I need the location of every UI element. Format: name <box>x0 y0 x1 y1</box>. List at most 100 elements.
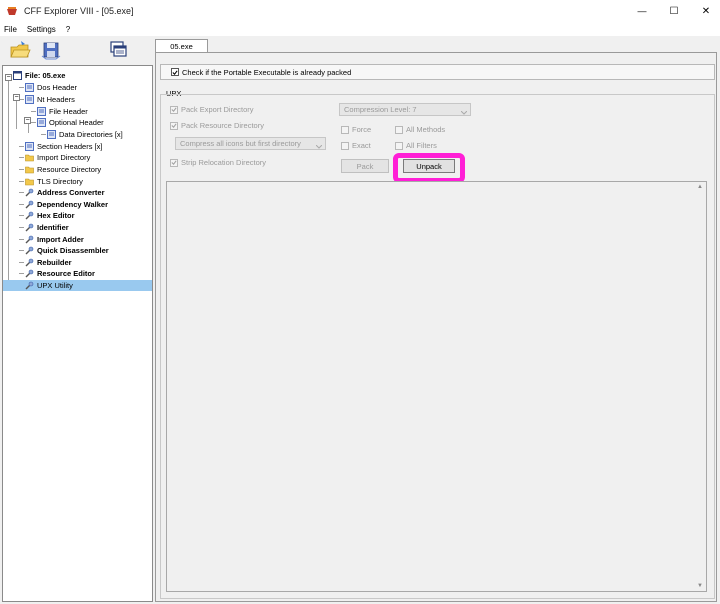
tree-item-identifier[interactable]: Identifier <box>25 222 69 233</box>
tool-icon <box>25 223 34 232</box>
save-disk-icon[interactable] <box>40 39 62 61</box>
compression-level-select[interactable]: Compression Level: 7 <box>339 103 471 116</box>
tree-item-upx-utility[interactable]: UPX Utility <box>3 280 152 291</box>
icons-compression-select[interactable]: Compress all icons but first directory <box>175 137 326 150</box>
checkbox-disabled-icon <box>395 141 403 150</box>
checkbox-disabled-checked-icon <box>170 158 178 167</box>
tree-item-section-headers-x[interactable]: Section Headers [x] <box>25 141 102 152</box>
windows-icon[interactable] <box>108 39 130 61</box>
folder-icon <box>25 153 34 162</box>
tab-label: 05.exe <box>170 42 193 51</box>
menu-help[interactable]: ? <box>66 25 70 34</box>
tool-icon <box>25 211 34 220</box>
chevron-down-icon <box>460 108 468 117</box>
tree-item-label: Resource Editor <box>37 269 95 278</box>
open-folder-icon[interactable] <box>9 39 31 61</box>
tree-item-label: Import Directory <box>37 153 91 162</box>
window-icon <box>13 71 22 80</box>
tree-connector-line <box>19 169 24 170</box>
tree-collapse-icon[interactable]: − <box>24 117 31 124</box>
tree-item-tls-directory[interactable]: TLS Directory <box>25 176 83 187</box>
tree-item-label: Import Adder <box>37 235 84 244</box>
unpack-highlight-annotation <box>393 153 465 183</box>
pack-button[interactable]: Pack <box>341 159 389 173</box>
tree-item-label: Address Converter <box>37 188 105 197</box>
tree-item-dependency-walker[interactable]: Dependency Walker <box>25 199 108 210</box>
already-packed-checkbox[interactable]: Check if the Portable Executable is alre… <box>160 64 715 80</box>
pack-export-checkbox[interactable]: Pack Export Directory <box>170 105 254 114</box>
tree-item-address-converter[interactable]: Address Converter <box>25 187 105 198</box>
tree-item-dos-header[interactable]: Dos Header <box>25 82 77 93</box>
tree-collapse-icon[interactable]: − <box>13 94 20 101</box>
tool-icon <box>25 188 34 197</box>
tree-item-resource-directory[interactable]: Resource Directory <box>25 164 101 175</box>
menu-file[interactable]: File <box>4 25 17 34</box>
force-checkbox[interactable]: Force <box>341 125 371 134</box>
tree-item-label: UPX Utility <box>37 281 73 290</box>
tree-item-resource-editor[interactable]: Resource Editor <box>25 268 95 279</box>
all-filters-checkbox[interactable]: All Filters <box>395 141 437 150</box>
tree-connector-line <box>19 192 24 193</box>
tree-item-quick-disassembler[interactable]: Quick Disassembler <box>25 245 109 256</box>
tool-icon <box>25 200 34 209</box>
tree-item-import-directory[interactable]: Import Directory <box>25 152 90 163</box>
tree-connector-line <box>19 262 24 263</box>
scroll-up-icon[interactable]: ▲ <box>697 184 703 190</box>
tree-item-label: Identifier <box>37 223 69 232</box>
tree-connector-line <box>19 87 24 88</box>
tree-item-label: Dependency Walker <box>37 200 108 209</box>
tab-05-exe[interactable]: 05.exe <box>155 39 208 53</box>
checkbox-disabled-checked-icon <box>170 105 178 114</box>
tool-icon <box>25 269 34 278</box>
tree-item-rebuilder[interactable]: Rebuilder <box>25 257 72 268</box>
tree-connector-line <box>31 111 36 112</box>
tree-connector-line <box>41 134 46 135</box>
tree-item-import-adder[interactable]: Import Adder <box>25 234 84 245</box>
tree-connector-line <box>19 181 24 182</box>
maximize-icon: ☐ <box>669 5 679 17</box>
checkbox-disabled-checked-icon <box>170 121 178 130</box>
tree-connector-line <box>19 273 24 274</box>
tree-item-label: File: 05.exe <box>25 71 66 80</box>
checkbox-disabled-icon <box>395 125 403 134</box>
pack-resource-label: Pack Resource Directory <box>181 121 264 130</box>
tree-item-label: Resource Directory <box>37 165 102 174</box>
maximize-button[interactable]: ☐ <box>658 0 690 22</box>
all-methods-checkbox[interactable]: All Methods <box>395 125 445 134</box>
checkbox-disabled-icon <box>341 141 349 150</box>
scroll-down-icon[interactable]: ▼ <box>697 583 703 589</box>
tree-item-data-directories-x[interactable]: Data Directories [x] <box>47 129 123 140</box>
tree-item-label: Data Directories [x] <box>59 130 123 139</box>
force-label: Force <box>352 125 372 134</box>
all-filters-label: All Filters <box>406 141 437 150</box>
tree-connector-line <box>19 239 24 240</box>
exact-checkbox[interactable]: Exact <box>341 141 371 150</box>
table-icon <box>37 107 46 116</box>
folder-icon <box>25 165 34 174</box>
tree-item-nt-headers[interactable]: Nt Headers <box>25 94 75 105</box>
output-log[interactable]: ▲ ▼ <box>166 181 707 592</box>
tool-icon <box>25 258 34 267</box>
tree-item-file-header[interactable]: File Header <box>37 106 88 117</box>
pack-resource-checkbox[interactable]: Pack Resource Directory <box>170 121 264 130</box>
tree-collapse-icon[interactable]: − <box>5 74 12 81</box>
exact-label: Exact <box>352 141 371 150</box>
tool-icon <box>25 281 34 290</box>
table-icon <box>47 130 56 139</box>
tree-item-file-05-exe[interactable]: File: 05.exe <box>13 70 65 81</box>
tree-item-hex-editor[interactable]: Hex Editor <box>25 210 75 221</box>
icons-compression-value: Compress all icons but first directory <box>180 139 301 148</box>
already-packed-label: Check if the Portable Executable is alre… <box>182 67 352 77</box>
checkbox-checked-icon[interactable] <box>171 68 179 76</box>
table-icon <box>25 142 34 151</box>
tree-item-optional-header[interactable]: Optional Header <box>37 117 104 128</box>
close-button[interactable]: ✕ <box>690 0 720 22</box>
tree-item-label: Section Headers [x] <box>37 142 103 151</box>
tree-connector-line <box>19 204 24 205</box>
tree-connector-line <box>19 157 24 158</box>
strip-relocation-checkbox[interactable]: Strip Relocation Directory <box>170 158 266 167</box>
pack-button-label: Pack <box>356 161 374 171</box>
menu-bar: File Settings ? <box>0 22 720 36</box>
menu-settings[interactable]: Settings <box>27 25 56 34</box>
minimize-button[interactable]: — <box>626 0 658 22</box>
